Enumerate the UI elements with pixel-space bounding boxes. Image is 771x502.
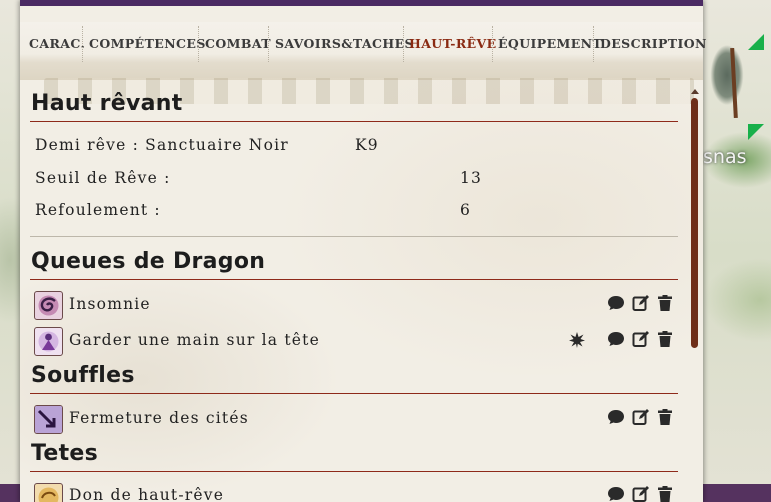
trash-icon[interactable] [656, 330, 674, 348]
edit-icon[interactable] [632, 330, 650, 348]
seuil-label: Seuil de Rêve : [35, 169, 171, 187]
tab-content: Haut rêvant Demi rêve : Sanctuaire Noir … [20, 86, 703, 502]
demi-reve-value[interactable]: K9 [355, 136, 379, 154]
seuil-value[interactable]: 13 [460, 169, 482, 187]
tab-competences[interactable]: Compétences [89, 36, 206, 52]
trash-icon[interactable] [656, 408, 674, 426]
tab-separator [593, 26, 594, 62]
head-icon [34, 483, 63, 502]
tab-separator [82, 26, 83, 62]
swirl-icon [34, 291, 63, 320]
chat-icon[interactable] [607, 294, 625, 312]
map-token-figure[interactable] [703, 20, 751, 130]
character-sheet: Carac. Compétences Combat Savoirs&Taches… [20, 0, 706, 502]
souffle-item-name[interactable]: Fermeture des cités [69, 409, 249, 427]
map-marker-icon[interactable] [748, 34, 764, 50]
tete-item-name[interactable]: Don de haut-rêve [69, 486, 224, 502]
chat-icon[interactable] [607, 408, 625, 426]
tab-separator [268, 26, 269, 62]
tab-haut-reve[interactable]: Haut-rêve [409, 36, 497, 52]
scroll-up-arrow-icon[interactable] [691, 89, 699, 94]
section-title-tetes: Tetes [31, 441, 99, 466]
edit-icon[interactable] [632, 294, 650, 312]
arrow-icon [34, 405, 63, 434]
section-rule [30, 279, 678, 280]
map-label: snas [703, 146, 747, 168]
tab-description[interactable]: Description [600, 36, 707, 52]
refoulement-label: Refoulement : [35, 201, 161, 219]
trash-icon[interactable] [656, 485, 674, 502]
burst-icon[interactable] [568, 331, 586, 349]
tab-separator [492, 26, 493, 62]
section-rule [30, 121, 678, 122]
chat-icon[interactable] [607, 330, 625, 348]
queue-item-name[interactable]: Insomnie [69, 295, 151, 313]
map-marker-icon[interactable] [748, 124, 764, 140]
section-rule [30, 471, 678, 472]
tab-combat[interactable]: Combat [205, 36, 271, 52]
section-title-queues: Queues de Dragon [31, 249, 266, 274]
section-title-haut-revant: Haut rêvant [31, 91, 183, 116]
tab-equipement[interactable]: Équipement [498, 36, 602, 52]
tab-separator [198, 26, 199, 62]
figure-icon [34, 327, 63, 356]
chat-icon[interactable] [607, 485, 625, 502]
edit-icon[interactable] [632, 485, 650, 502]
tab-carac[interactable]: Carac. [29, 36, 85, 52]
edit-icon[interactable] [632, 408, 650, 426]
refoulement-value[interactable]: 6 [460, 201, 471, 219]
demi-reve-label: Demi rêve : Sanctuaire Noir [35, 136, 289, 154]
divider [30, 236, 678, 237]
section-title-souffles: Souffles [31, 363, 135, 388]
section-rule [30, 393, 678, 394]
tab-separator [403, 26, 404, 62]
queue-item-name[interactable]: Garder une main sur la tête [69, 331, 320, 349]
sheet-top-bar [20, 0, 703, 6]
tab-savoirs[interactable]: Savoirs&Taches [275, 36, 414, 52]
scrollbar-thumb[interactable] [691, 98, 698, 348]
trash-icon[interactable] [656, 294, 674, 312]
